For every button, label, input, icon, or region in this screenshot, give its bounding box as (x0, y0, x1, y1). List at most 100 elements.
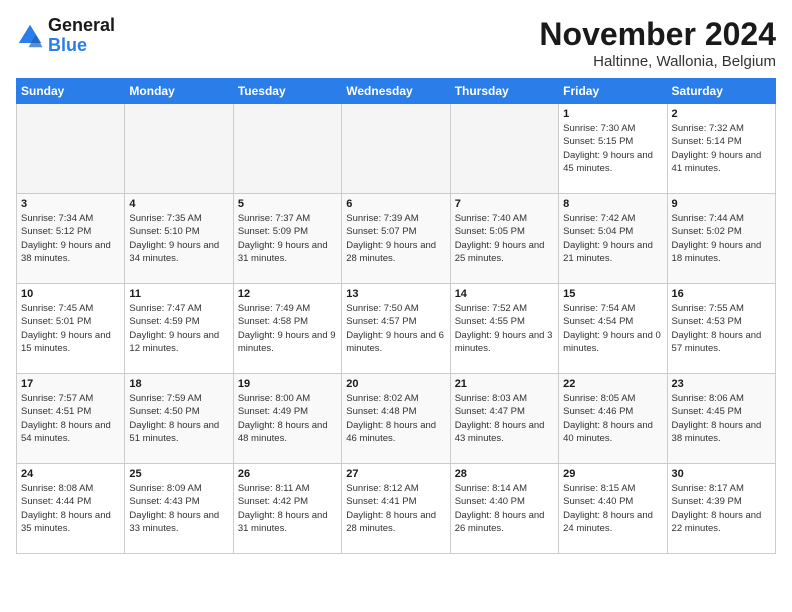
day-number: 6 (346, 198, 445, 210)
day-info: Sunrise: 7:44 AM Sunset: 5:02 PM Dayligh… (672, 212, 771, 265)
day-info: Sunrise: 8:17 AM Sunset: 4:39 PM Dayligh… (672, 482, 771, 535)
day-cell: 3 Sunrise: 7:34 AM Sunset: 5:12 PM Daylig… (17, 194, 125, 284)
location-subtitle: Haltinne, Wallonia, Belgium (539, 53, 776, 70)
day-number: 11 (129, 288, 228, 300)
day-cell: 2 Sunrise: 7:32 AM Sunset: 5:14 PM Daylig… (667, 104, 775, 194)
day-cell: 27Sunrise: 8:12 AM Sunset: 4:41 PM Dayli… (342, 464, 450, 554)
day-info: Sunrise: 8:06 AM Sunset: 4:45 PM Dayligh… (672, 392, 771, 445)
day-info: Sunrise: 7:34 AM Sunset: 5:12 PM Dayligh… (21, 212, 120, 265)
day-cell: 5Sunrise: 7:37 AM Sunset: 5:09 PM Daylig… (233, 194, 341, 284)
day-number: 12 (238, 288, 337, 300)
week-row-0: 1 Sunrise: 7:30 AM Sunset: 5:15 PM Daylig… (17, 104, 776, 194)
week-row-3: 17 Sunrise: 7:57 AM Sunset: 4:51 PM Dayli… (17, 374, 776, 464)
week-row-1: 3 Sunrise: 7:34 AM Sunset: 5:12 PM Daylig… (17, 194, 776, 284)
day-number: 15 (563, 288, 662, 300)
day-cell: 18 Sunrise: 7:59 AM Sunset: 4:50 PM Dayli… (125, 374, 233, 464)
weekday-header-friday: Friday (559, 79, 667, 104)
day-cell: 1 Sunrise: 7:30 AM Sunset: 5:15 PM Daylig… (559, 104, 667, 194)
day-number: 8 (563, 198, 662, 210)
day-cell (342, 104, 450, 194)
day-number: 23 (672, 378, 771, 390)
day-number: 28 (455, 468, 554, 480)
day-cell: 9 Sunrise: 7:44 AM Sunset: 5:02 PM Daylig… (667, 194, 775, 284)
weekday-header-wednesday: Wednesday (342, 79, 450, 104)
day-cell: 29Sunrise: 8:15 AM Sunset: 4:40 PM Dayli… (559, 464, 667, 554)
day-info: Sunrise: 8:02 AM Sunset: 4:48 PM Dayligh… (346, 392, 445, 445)
day-info: Sunrise: 7:57 AM Sunset: 4:51 PM Dayligh… (21, 392, 120, 445)
day-cell: 15 Sunrise: 7:54 AM Sunset: 4:54 PM Dayli… (559, 284, 667, 374)
day-cell: 12 Sunrise: 7:49 AM Sunset: 4:58 PM Dayli… (233, 284, 341, 374)
day-info: Sunrise: 7:55 AM Sunset: 4:53 PM Dayligh… (672, 302, 771, 355)
day-cell: 28 Sunrise: 8:14 AM Sunset: 4:40 PM Dayli… (450, 464, 558, 554)
day-info: Sunrise: 7:37 AM Sunset: 5:09 PM Dayligh… (238, 212, 337, 265)
day-number: 4 (129, 198, 228, 210)
day-cell: 17 Sunrise: 7:57 AM Sunset: 4:51 PM Dayli… (17, 374, 125, 464)
day-number: 3 (21, 198, 120, 210)
day-number: 10 (21, 288, 120, 300)
day-cell: 25Sunrise: 8:09 AM Sunset: 4:43 PM Dayli… (125, 464, 233, 554)
day-info: Sunrise: 7:39 AM Sunset: 5:07 PM Dayligh… (346, 212, 445, 265)
day-info: Sunrise: 8:00 AM Sunset: 4:49 PM Dayligh… (238, 392, 337, 445)
day-cell: 19 Sunrise: 8:00 AM Sunset: 4:49 PM Dayli… (233, 374, 341, 464)
weekday-header-row: SundayMondayTuesdayWednesdayThursdayFrid… (17, 79, 776, 104)
day-info: Sunrise: 8:05 AM Sunset: 4:46 PM Dayligh… (563, 392, 662, 445)
day-number: 14 (455, 288, 554, 300)
day-info: Sunrise: 8:08 AM Sunset: 4:44 PM Dayligh… (21, 482, 120, 535)
day-number: 30 (672, 468, 771, 480)
week-row-4: 24 Sunrise: 8:08 AM Sunset: 4:44 PM Dayli… (17, 464, 776, 554)
day-cell: 24 Sunrise: 8:08 AM Sunset: 4:44 PM Dayli… (17, 464, 125, 554)
day-number: 22 (563, 378, 662, 390)
day-number: 2 (672, 108, 771, 120)
day-number: 1 (563, 108, 662, 120)
day-info: Sunrise: 7:30 AM Sunset: 5:15 PM Dayligh… (563, 122, 662, 175)
day-number: 7 (455, 198, 554, 210)
day-info: Sunrise: 7:52 AM Sunset: 4:55 PM Dayligh… (455, 302, 554, 355)
day-number: 9 (672, 198, 771, 210)
day-info: Sunrise: 8:12 AM Sunset: 4:41 PM Dayligh… (346, 482, 445, 535)
logo: GeneralBlue (16, 16, 115, 56)
day-number: 20 (346, 378, 445, 390)
logo-icon (16, 22, 44, 50)
day-number: 21 (455, 378, 554, 390)
day-cell: 30 Sunrise: 8:17 AM Sunset: 4:39 PM Dayli… (667, 464, 775, 554)
day-cell: 22 Sunrise: 8:05 AM Sunset: 4:46 PM Dayli… (559, 374, 667, 464)
day-cell: 13 Sunrise: 7:50 AM Sunset: 4:57 PM Dayli… (342, 284, 450, 374)
day-info: Sunrise: 7:45 AM Sunset: 5:01 PM Dayligh… (21, 302, 120, 355)
weekday-header-thursday: Thursday (450, 79, 558, 104)
day-cell (233, 104, 341, 194)
day-number: 19 (238, 378, 337, 390)
day-info: Sunrise: 7:32 AM Sunset: 5:14 PM Dayligh… (672, 122, 771, 175)
day-info: Sunrise: 7:47 AM Sunset: 4:59 PM Dayligh… (129, 302, 228, 355)
day-info: Sunrise: 7:50 AM Sunset: 4:57 PM Dayligh… (346, 302, 445, 355)
day-cell: 10 Sunrise: 7:45 AM Sunset: 5:01 PM Dayli… (17, 284, 125, 374)
day-cell: 20 Sunrise: 8:02 AM Sunset: 4:48 PM Dayli… (342, 374, 450, 464)
weekday-header-tuesday: Tuesday (233, 79, 341, 104)
day-info: Sunrise: 7:49 AM Sunset: 4:58 PM Dayligh… (238, 302, 337, 355)
weekday-header-saturday: Saturday (667, 79, 775, 104)
day-cell (125, 104, 233, 194)
day-cell: 4 Sunrise: 7:35 AM Sunset: 5:10 PM Daylig… (125, 194, 233, 284)
day-info: Sunrise: 7:54 AM Sunset: 4:54 PM Dayligh… (563, 302, 662, 355)
day-number: 16 (672, 288, 771, 300)
day-info: Sunrise: 7:35 AM Sunset: 5:10 PM Dayligh… (129, 212, 228, 265)
day-cell: 6 Sunrise: 7:39 AM Sunset: 5:07 PM Daylig… (342, 194, 450, 284)
day-number: 25 (129, 468, 228, 480)
day-cell: 7Sunrise: 7:40 AM Sunset: 5:05 PM Daylig… (450, 194, 558, 284)
day-cell: 23 Sunrise: 8:06 AM Sunset: 4:45 PM Dayli… (667, 374, 775, 464)
day-cell: 14 Sunrise: 7:52 AM Sunset: 4:55 PM Dayli… (450, 284, 558, 374)
day-cell: 26 Sunrise: 8:11 AM Sunset: 4:42 PM Dayli… (233, 464, 341, 554)
day-number: 17 (21, 378, 120, 390)
day-number: 24 (21, 468, 120, 480)
calendar-table: SundayMondayTuesdayWednesdayThursdayFrid… (16, 78, 776, 554)
day-number: 13 (346, 288, 445, 300)
day-info: Sunrise: 8:03 AM Sunset: 4:47 PM Dayligh… (455, 392, 554, 445)
day-info: Sunrise: 8:15 AM Sunset: 4:40 PM Dayligh… (563, 482, 662, 535)
day-cell: 8 Sunrise: 7:42 AM Sunset: 5:04 PM Daylig… (559, 194, 667, 284)
day-number: 18 (129, 378, 228, 390)
day-info: Sunrise: 8:11 AM Sunset: 4:42 PM Dayligh… (238, 482, 337, 535)
day-info: Sunrise: 8:14 AM Sunset: 4:40 PM Dayligh… (455, 482, 554, 535)
day-info: Sunrise: 7:59 AM Sunset: 4:50 PM Dayligh… (129, 392, 228, 445)
day-number: 26 (238, 468, 337, 480)
day-info: Sunrise: 7:42 AM Sunset: 5:04 PM Dayligh… (563, 212, 662, 265)
day-cell: 16 Sunrise: 7:55 AM Sunset: 4:53 PM Dayli… (667, 284, 775, 374)
